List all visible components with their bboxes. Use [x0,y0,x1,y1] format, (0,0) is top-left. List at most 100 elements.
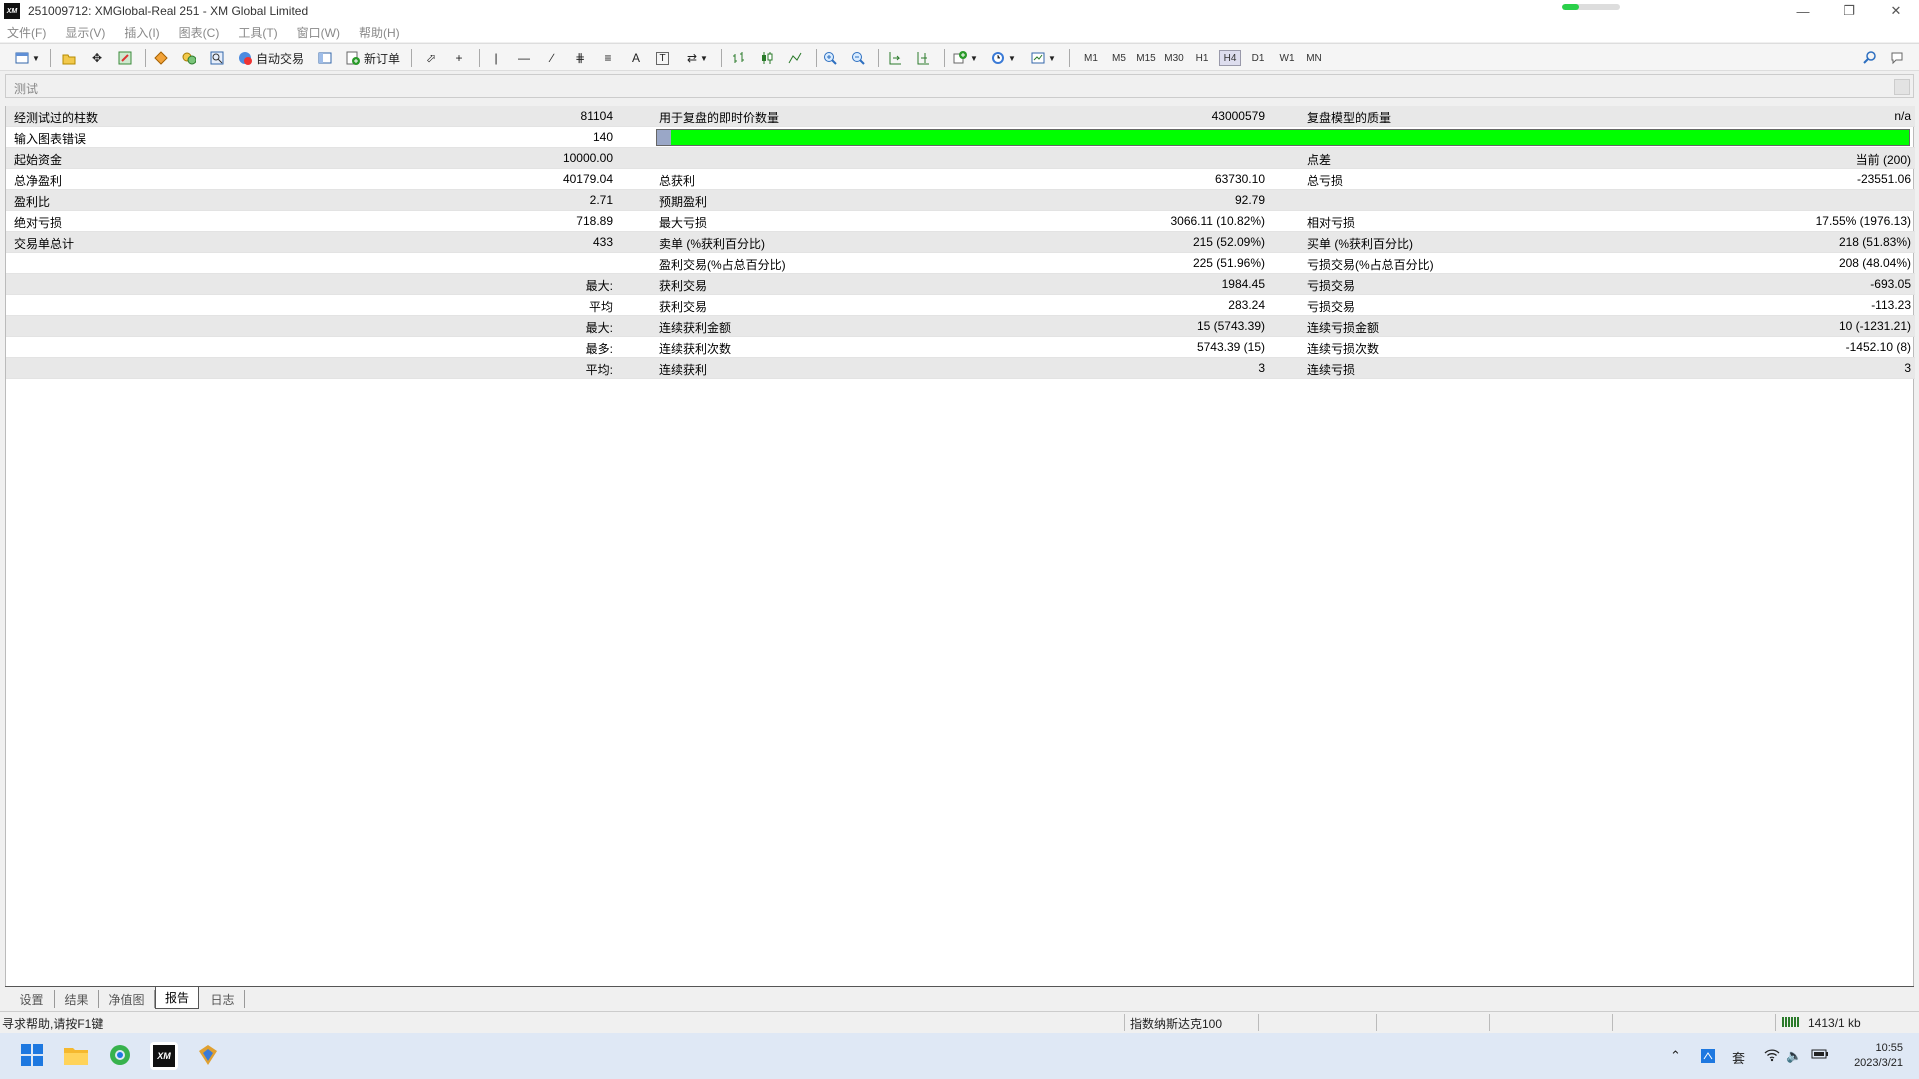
menu-charts[interactable]: 图表(C) [179,24,220,41]
market-watch-button[interactable] [153,49,169,67]
horizontal-line-tool[interactable]: — [516,49,532,67]
status-profile: 指数纳斯达克100 [1130,1017,1223,1031]
col2-value: 3 [1258,361,1265,375]
col3-value: 218 (51.83%) [1838,235,1911,249]
report-row: 经测试过的柱数 81104 用于复盘的即时价数量 43000579 复盘模型的质量 n/a [6,106,1915,127]
line-chart-button[interactable] [787,49,803,67]
tab-results[interactable]: 结果 [55,990,99,1008]
templates-button[interactable]: ▼ [1030,49,1056,67]
report-row: 起始资金 10000.00 点差 当前 (200) [6,148,1915,169]
file-explorer-button[interactable] [62,1042,90,1070]
col1-value: 2.71 [589,193,613,207]
col2-label: 连续获利 [659,363,708,377]
col3-label: 买单 (%获利百分比) [1307,237,1413,251]
timeframe-mn[interactable]: MN [1304,50,1324,66]
experts-icon [181,50,197,66]
system-clock[interactable]: 10:55 2023/3/21 [1854,1041,1903,1071]
window-button[interactable] [317,49,333,67]
channel-tool[interactable]: ⋕ [572,49,588,67]
menu-insert[interactable]: 插入(I) [124,24,159,41]
xm-taskbar-button[interactable]: XM [150,1042,178,1070]
new-order-button[interactable]: 新订单 [345,49,400,67]
menu-window[interactable]: 窗口(W) [297,24,340,41]
crosshair-button[interactable]: ✥ [89,49,105,67]
col3-value: 10 (-1231.21) [1838,319,1911,333]
move-icon: ✥ [91,51,103,65]
search-button[interactable] [1862,49,1878,67]
tab-journal[interactable]: 日志 [201,990,245,1008]
col3-value: -23551.06 [1856,172,1911,186]
col2-value: 92.79 [1234,193,1265,207]
battery-icon[interactable] [1811,1048,1829,1063]
menu-view[interactable]: 显示(V) [65,24,105,41]
col2-value: 1984.45 [1221,277,1265,291]
timeframe-d1[interactable]: D1 [1248,50,1268,66]
periods-button[interactable]: ▼ [990,49,1016,67]
wifi-icon[interactable] [1764,1048,1780,1065]
col3-value: -1452.10 (8) [1845,340,1911,354]
col1-label: 盈利比 [14,195,51,209]
col1-label: 交易单总计 [14,237,75,251]
col1-value: 平均: [585,363,613,377]
timeframe-h4[interactable]: H4 [1219,50,1241,66]
menu-help[interactable]: 帮助(H) [359,24,400,41]
arrows-tool[interactable]: ⇄ ▼ [684,49,708,67]
cursor-tool[interactable]: ⬀ [423,49,439,67]
tab-settings[interactable]: 设置 [9,990,55,1008]
col3-label: 总亏损 [1307,174,1344,188]
zoom-in-button[interactable] [822,49,838,67]
col2-label: 最大亏损 [659,216,708,230]
col2-value: 225 (51.96%) [1192,256,1265,270]
volume-muted-icon[interactable]: 🔈 [1786,1048,1802,1064]
close-button[interactable]: ✕ [1873,0,1919,22]
indicators-button[interactable]: ▼ [952,49,978,67]
trendline-tool[interactable]: ∕ [544,49,560,67]
crosshair-tool[interactable]: + [451,49,467,67]
tray-app-icon[interactable] [1700,1048,1716,1067]
timeframe-m1[interactable]: M1 [1081,50,1101,66]
start-button[interactable] [18,1042,46,1070]
col2-label: 用于复盘的即时价数量 [659,111,780,125]
auto-trading-button[interactable]: 自动交易 [237,49,304,67]
navigator-button[interactable] [117,49,133,67]
vertical-line-tool[interactable]: | [488,49,504,67]
profiles-button[interactable] [61,49,77,67]
bar-chart-button[interactable] [731,49,747,67]
timeframe-m30[interactable]: M30 [1162,50,1186,66]
col1-value: 433 [592,235,613,249]
zoom-out-button[interactable] [850,49,866,67]
candlestick-button[interactable] [759,49,775,67]
zoom-out-icon [850,50,866,66]
col2-label: 获利交易 [659,300,708,314]
text-label-tool[interactable]: T [656,49,669,67]
auto-scroll-button[interactable] [887,49,903,67]
indicators-icon [952,50,968,66]
timeframe-h1[interactable]: H1 [1192,50,1212,66]
menu-file[interactable]: 文件(F) [7,24,46,41]
text-tool[interactable]: A [628,49,644,67]
browser-button[interactable] [106,1042,134,1070]
experts-button[interactable] [181,49,197,67]
menu-tools[interactable]: 工具(T) [238,24,277,41]
chart-shift-button[interactable] [915,49,931,67]
show-hidden-icons-button[interactable]: ⌃ [1670,1048,1681,1064]
ime-icon[interactable]: 套 [1732,1048,1745,1067]
col2-value: 15 (5743.39) [1196,319,1265,333]
restore-button[interactable]: ❐ [1826,0,1872,22]
strategy-tester-button[interactable] [209,49,225,67]
timeframe-m15[interactable]: M15 [1134,50,1158,66]
minimize-button[interactable]: — [1780,0,1826,22]
tab-report[interactable]: 报告 [155,987,199,1009]
report-row: 盈利比 2.71 预期盈利 92.79 [6,190,1915,211]
fibonacci-tool[interactable]: ≡ [600,49,616,67]
status-bar: 寻求帮助,请按F1键 指数纳斯达克100 1413/1 kb [0,1011,1919,1032]
col2-label: 获利交易 [659,279,708,293]
timeframe-w1[interactable]: W1 [1277,50,1297,66]
chat-button[interactable] [1890,49,1906,67]
app-taskbar-button[interactable] [194,1042,222,1070]
tab-equity-graph[interactable]: 净值图 [99,990,155,1008]
panel-close-button[interactable] [1894,79,1910,95]
timeframe-m5[interactable]: M5 [1109,50,1129,66]
new-chart-button[interactable]: ▼ [14,49,40,67]
clock-time: 10:55 [1875,1042,1903,1054]
